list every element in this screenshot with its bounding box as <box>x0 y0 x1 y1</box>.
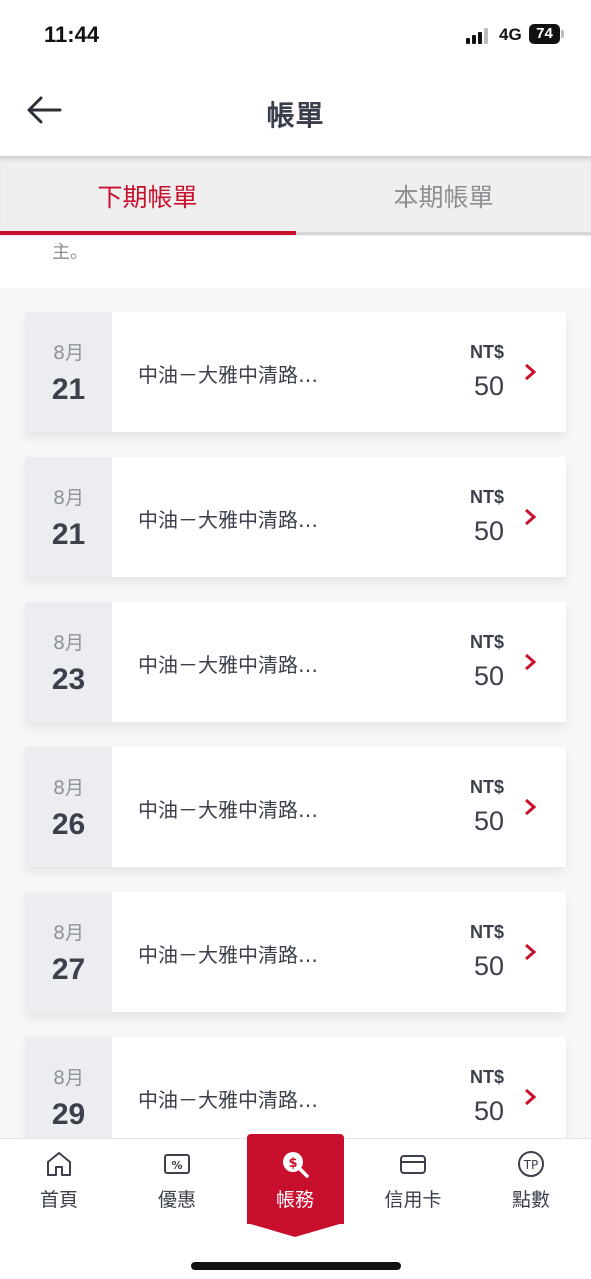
transaction-date: 8月 27 <box>25 892 112 1012</box>
nav-home[interactable]: 首頁 <box>0 1139 118 1229</box>
status-time: 11:44 <box>44 22 100 47</box>
points-icon: TP <box>518 1151 544 1177</box>
note-text: 主。 <box>52 242 88 263</box>
tab-divider-line <box>296 232 591 235</box>
transaction-amount: 50 <box>473 951 504 981</box>
transaction-merchant: 中油－大雅中清路… <box>138 798 318 822</box>
billing-search-icon: $ <box>283 1152 309 1178</box>
chevron-right-icon <box>525 798 537 816</box>
transaction-day: 23 <box>51 662 86 696</box>
chevron-right-icon <box>525 508 537 526</box>
nav-offers[interactable]: % 優惠 <box>118 1139 236 1229</box>
chevron-right-icon <box>525 653 537 671</box>
nav-offers-label: 優惠 <box>157 1189 196 1211</box>
transaction-item[interactable]: 8月 21 中油－大雅中清路… NT$ 50 <box>25 312 566 432</box>
signal-strength-icon <box>466 28 492 44</box>
transaction-item[interactable]: 8月 23 中油－大雅中清路… NT$ 50 <box>25 602 566 722</box>
network-type: 4G <box>499 25 522 44</box>
transaction-currency: NT$ <box>469 342 504 362</box>
transaction-amount: 50 <box>473 661 504 691</box>
svg-text:%: % <box>171 1159 182 1172</box>
transaction-month: 8月 <box>52 1066 85 1089</box>
transaction-merchant: 中油－大雅中清路… <box>138 363 318 387</box>
nav-points-label: 點數 <box>511 1189 550 1211</box>
tab-current-bill[interactable]: 本期帳單 <box>296 156 591 236</box>
transaction-currency: NT$ <box>469 487 504 507</box>
transaction-amount: 50 <box>473 371 504 401</box>
note-strip: 主。 <box>0 236 591 288</box>
transaction-amount: 50 <box>473 1096 504 1126</box>
transaction-month: 8月 <box>52 776 85 799</box>
nav-points[interactable]: TP 點數 <box>472 1139 590 1229</box>
transaction-day: 29 <box>51 1097 86 1131</box>
transaction-item[interactable]: 8月 26 中油－大雅中清路… NT$ 50 <box>25 747 566 867</box>
nav-credit-card[interactable]: 信用卡 <box>354 1139 472 1229</box>
transaction-day: 26 <box>51 807 86 841</box>
transaction-month: 8月 <box>52 486 85 509</box>
transaction-month: 8月 <box>52 921 85 944</box>
bill-tabs: 下期帳單 本期帳單 <box>0 156 591 236</box>
transaction-currency: NT$ <box>469 1067 504 1087</box>
transaction-merchant: 中油－大雅中清路… <box>138 1088 318 1112</box>
transaction-date: 8月 21 <box>25 457 112 577</box>
transaction-currency: NT$ <box>469 922 504 942</box>
transaction-amount: 50 <box>473 516 504 546</box>
transaction-date: 8月 26 <box>25 747 112 867</box>
page-title: 帳單 <box>266 99 325 132</box>
chevron-right-icon <box>525 363 537 381</box>
transaction-date: 8月 23 <box>25 602 112 722</box>
transaction-list: 8月 21 中油－大雅中清路… NT$ 50 8月 21 中油－大雅中清路… N… <box>0 288 591 1138</box>
page-header: 帳單 <box>0 70 591 156</box>
transaction-day: 27 <box>51 952 86 986</box>
transaction-amount: 50 <box>473 806 504 836</box>
active-tab-indicator <box>0 231 296 235</box>
nav-billing-label: 帳務 <box>275 1189 314 1211</box>
transaction-month: 8月 <box>52 341 85 364</box>
status-bar: 11:44 4G 74 <box>0 0 591 70</box>
transaction-merchant: 中油－大雅中清路… <box>138 653 318 677</box>
transaction-currency: NT$ <box>469 632 504 652</box>
transaction-day: 21 <box>51 517 86 551</box>
transaction-item[interactable]: 8月 21 中油－大雅中清路… NT$ 50 <box>25 457 566 577</box>
nav-credit-card-label: 信用卡 <box>384 1189 442 1211</box>
svg-text:TP: TP <box>523 1158 539 1172</box>
home-indicator <box>191 1262 401 1270</box>
nav-home-label: 首頁 <box>39 1189 78 1211</box>
transaction-month: 8月 <box>52 631 85 654</box>
chevron-right-icon <box>525 1088 537 1106</box>
discount-icon: % <box>164 1154 190 1174</box>
transaction-item[interactable]: 8月 29 中油－大雅中清路… NT$ 50 <box>25 1037 566 1138</box>
bottom-navigation: 首頁 % 優惠 $ 帳務 信用卡 TP 點數 <box>0 1134 591 1279</box>
battery-icon: 74 <box>529 24 560 44</box>
chevron-right-icon <box>525 943 537 961</box>
transaction-merchant: 中油－大雅中清路… <box>138 508 318 532</box>
tab-next-bill[interactable]: 下期帳單 <box>0 156 295 236</box>
transaction-date: 8月 21 <box>25 312 112 432</box>
transaction-currency: NT$ <box>469 777 504 797</box>
nav-billing[interactable]: $ 帳務 <box>236 1139 354 1229</box>
home-icon <box>47 1152 71 1176</box>
transaction-item[interactable]: 8月 27 中油－大雅中清路… NT$ 50 <box>25 892 566 1012</box>
transaction-merchant: 中油－大雅中清路… <box>138 943 318 967</box>
transaction-day: 21 <box>51 372 86 406</box>
battery-tip <box>561 30 564 38</box>
credit-card-icon <box>400 1155 426 1174</box>
svg-text:$: $ <box>288 1156 297 1171</box>
transaction-date: 8月 29 <box>25 1037 112 1138</box>
